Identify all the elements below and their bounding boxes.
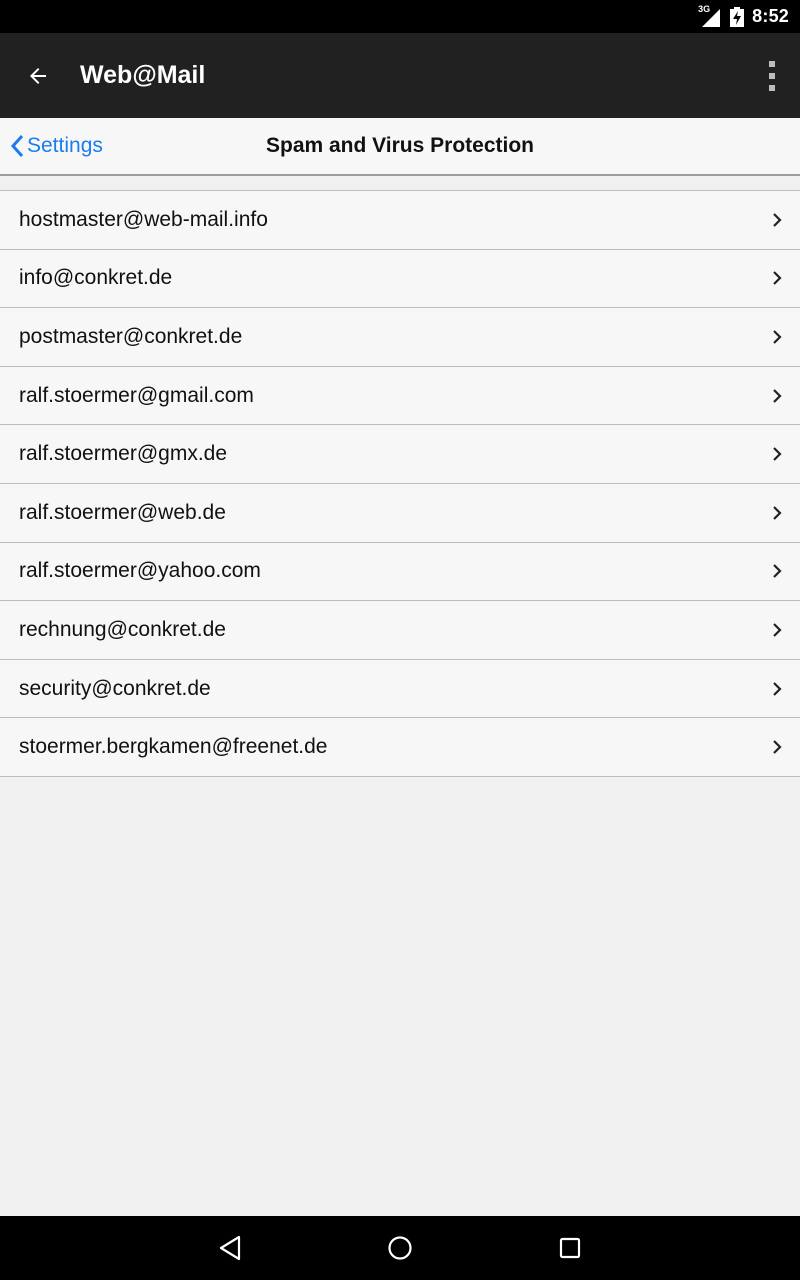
overflow-menu-button[interactable] bbox=[760, 59, 784, 93]
system-back-button[interactable] bbox=[145, 1216, 315, 1280]
recents-square-icon bbox=[559, 1237, 581, 1259]
chevron-right-icon bbox=[773, 388, 782, 403]
account-list-item[interactable]: postmaster@conkret.de bbox=[0, 308, 800, 367]
chevron-right-icon bbox=[773, 213, 782, 227]
account-email: ralf.stoermer@yahoo.com bbox=[19, 559, 261, 583]
page-title: Spam and Virus Protection bbox=[265, 134, 534, 157]
battery-charging-icon bbox=[730, 6, 745, 27]
account-list-item[interactable]: ralf.stoermer@web.de bbox=[0, 483, 800, 543]
account-list-item[interactable]: ralf.stoermer@gmail.com bbox=[0, 366, 800, 426]
account-list-item[interactable]: security@conkret.de bbox=[0, 659, 800, 719]
account-email: postmaster@conkret.de bbox=[19, 324, 243, 348]
account-email: security@conkret.de bbox=[19, 676, 211, 700]
signal-icon bbox=[702, 8, 721, 27]
account-email: rechnung@conkret.de bbox=[19, 617, 226, 641]
account-list-item[interactable]: ralf.stoermer@gmx.de bbox=[0, 425, 800, 484]
chevron-right-icon bbox=[773, 623, 782, 637]
clock: 8:52 bbox=[752, 6, 789, 26]
account-email: ralf.stoermer@gmail.com bbox=[19, 383, 254, 407]
system-recents-button[interactable] bbox=[485, 1216, 655, 1280]
account-email: info@conkret.de bbox=[19, 266, 173, 290]
account-email: hostmaster@web-mail.info bbox=[19, 207, 268, 231]
overflow-menu-icon bbox=[769, 61, 775, 67]
home-circle-icon bbox=[388, 1236, 412, 1260]
account-list-item[interactable]: info@conkret.de bbox=[0, 249, 800, 309]
account-list-item[interactable]: stoermer.bergkamen@freenet.de bbox=[0, 718, 800, 777]
back-triangle-icon bbox=[219, 1235, 241, 1261]
system-navigation-bar bbox=[0, 1216, 800, 1280]
account-list-item[interactable]: hostmaster@web-mail.info bbox=[0, 191, 800, 250]
app-bar: Web@Mail bbox=[0, 33, 800, 118]
chevron-right-icon bbox=[773, 271, 782, 286]
account-email: stoermer.bergkamen@freenet.de bbox=[19, 735, 328, 759]
navigation-bar: Settings Spam and Virus Protection bbox=[0, 118, 800, 176]
chevron-right-icon bbox=[773, 681, 782, 696]
arrow-back-icon bbox=[30, 67, 46, 84]
settings-back-link[interactable]: Settings bbox=[10, 118, 103, 174]
chevron-right-icon bbox=[773, 564, 782, 579]
account-list-item[interactable]: ralf.stoermer@yahoo.com bbox=[0, 542, 800, 602]
chevron-left-icon bbox=[10, 134, 24, 158]
chevron-right-icon bbox=[773, 505, 782, 520]
account-email: ralf.stoermer@web.de bbox=[19, 500, 226, 524]
account-email: ralf.stoermer@gmx.de bbox=[19, 442, 228, 466]
chevron-right-icon bbox=[773, 740, 782, 754]
settings-back-label: Settings bbox=[27, 134, 103, 157]
system-home-button[interactable] bbox=[315, 1216, 485, 1280]
account-list-item[interactable]: rechnung@conkret.de bbox=[0, 601, 800, 660]
app-title: Web@Mail bbox=[80, 61, 206, 89]
account-list: hostmaster@web-mail.info info@conkret.de p… bbox=[0, 190, 800, 777]
status-bar: 3G 8:52 bbox=[0, 0, 800, 33]
chevron-right-icon bbox=[773, 447, 782, 461]
network-indicator: 3G bbox=[698, 4, 722, 28]
app-back-button[interactable] bbox=[0, 33, 76, 118]
chevron-right-icon bbox=[773, 330, 782, 344]
